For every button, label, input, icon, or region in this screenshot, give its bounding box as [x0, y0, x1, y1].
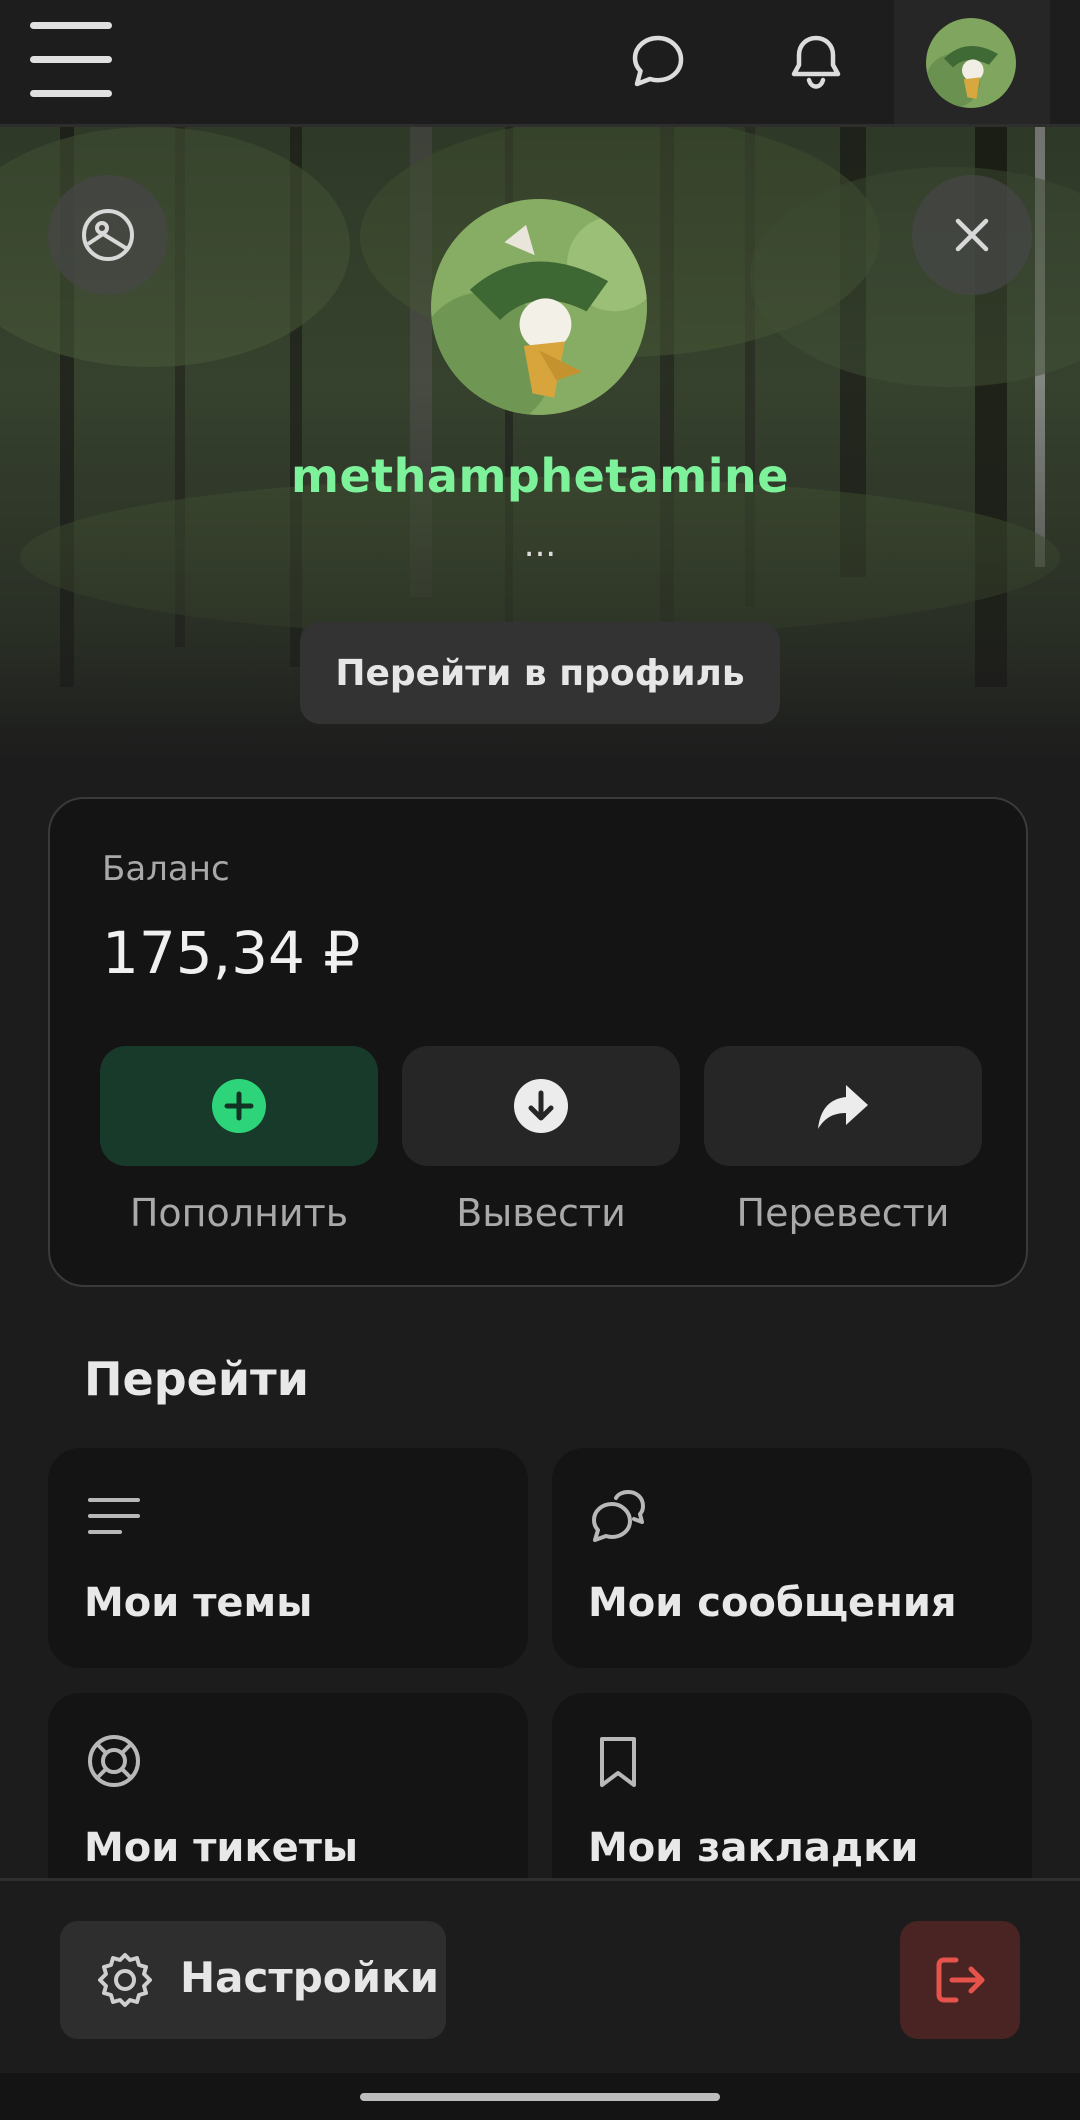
my-threads-label: Мои темы: [84, 1580, 313, 1626]
go-to-profile-button[interactable]: Перейти в профиль: [300, 622, 780, 724]
withdraw-label: Вывести: [456, 1191, 626, 1235]
bell-icon[interactable]: [784, 30, 848, 94]
share-arrow-icon: [818, 1085, 868, 1129]
balance-value: 175,34 ₽: [102, 919, 361, 987]
chat-bubble-icon[interactable]: [626, 30, 690, 94]
arrow-down-circle-icon: [514, 1079, 568, 1133]
hamburger-icon[interactable]: [28, 22, 116, 98]
chat-bubbles-icon: [592, 1490, 645, 1542]
my-messages-label: Мои сообщения: [588, 1580, 957, 1626]
my-bookmarks-label: Мои закладки: [588, 1825, 919, 1871]
profile-avatar[interactable]: [431, 199, 647, 415]
home-indicator[interactable]: [360, 2093, 720, 2101]
top-app-bar: [0, 0, 1080, 127]
top-up-button[interactable]: [100, 1046, 378, 1166]
top-up-label: Пополнить: [129, 1191, 349, 1235]
plus-circle-icon: [212, 1079, 266, 1133]
lines-icon: [88, 1498, 140, 1534]
close-icon: [955, 218, 989, 252]
my-tickets-label: Мои тикеты: [84, 1825, 359, 1871]
close-button[interactable]: [912, 175, 1032, 295]
gear-icon: [98, 1953, 152, 2007]
user-status: ...: [523, 525, 557, 565]
my-messages-tile[interactable]: Мои сообщения: [552, 1448, 1032, 1668]
username: methamphetamine: [291, 449, 789, 503]
avatar: [926, 18, 1016, 108]
settings-button[interactable]: Настройки: [60, 1921, 446, 2039]
logout-icon: [936, 1957, 985, 2003]
logout-button[interactable]: [900, 1921, 1020, 2039]
bottom-action-bar: Настройки: [0, 1878, 1080, 2076]
withdraw-button[interactable]: [402, 1046, 680, 1166]
transfer-label: Перевести: [736, 1191, 950, 1235]
system-navigation-bar: [0, 2073, 1080, 2120]
balance-card: Баланс 175,34 ₽ Пополнить Вывести Переве…: [48, 797, 1028, 1287]
image-edit-icon: [82, 209, 134, 261]
profile-header-banner: methamphetamine ... Перейти в профиль: [0, 127, 1080, 762]
settings-label: Настройки: [180, 1953, 440, 2002]
bookmark-icon: [600, 1737, 636, 1787]
navigate-section-title: Перейти: [84, 1352, 309, 1406]
avatar-button[interactable]: [894, 0, 1050, 124]
balance-label: Баланс: [102, 849, 230, 889]
transfer-button[interactable]: [704, 1046, 982, 1166]
my-threads-tile[interactable]: Мои темы: [48, 1448, 528, 1668]
lifebuoy-icon: [88, 1735, 140, 1787]
change-banner-button[interactable]: [48, 175, 168, 295]
